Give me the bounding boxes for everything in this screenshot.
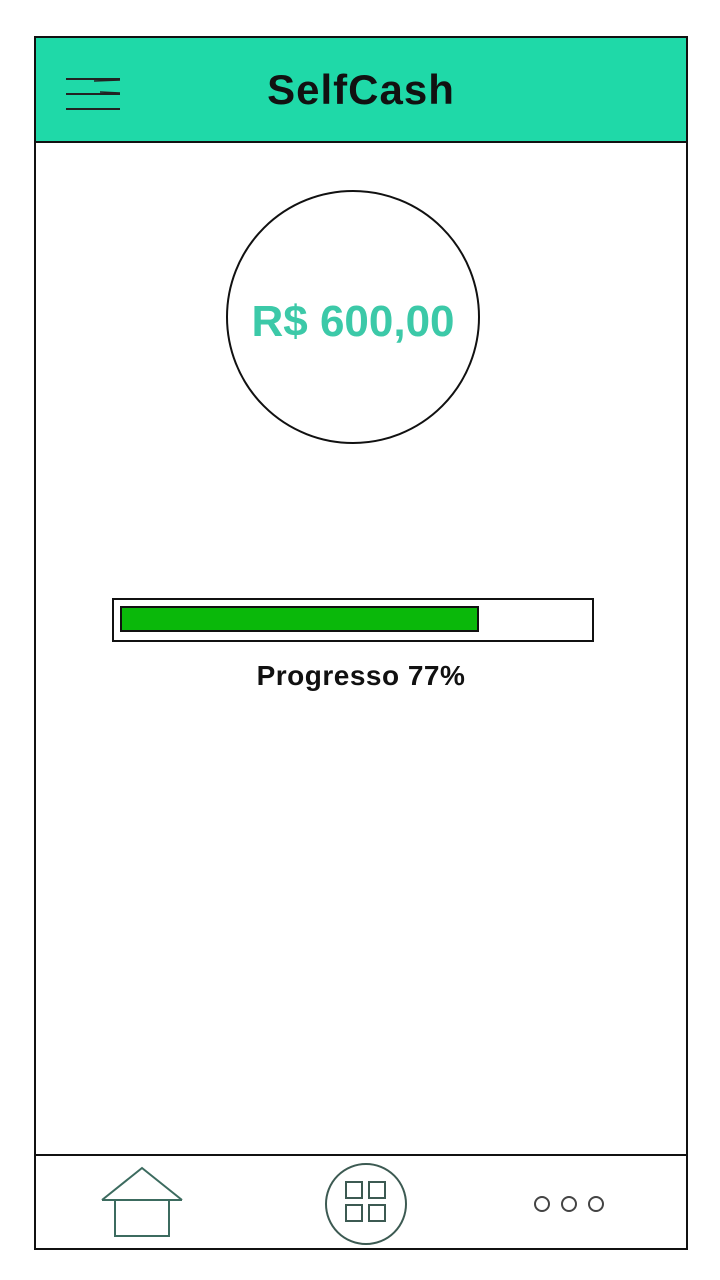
balance-value: R$ 600,00: [251, 297, 455, 346]
progress-label: Progresso 77%: [256, 660, 466, 691]
bottom-navigation: [34, 1154, 688, 1250]
app-frame: SelfCash R$ 600,00 Progresso 77%: [34, 36, 688, 1250]
app-header: SelfCash: [36, 38, 686, 143]
grid-icon[interactable]: [324, 1162, 408, 1246]
progress-bar-fill: [120, 606, 479, 632]
home-icon[interactable]: [100, 1166, 184, 1238]
app-title: SelfCash: [267, 66, 455, 113]
balance-circle: R$ 600,00: [226, 190, 480, 444]
more-icon[interactable]: [532, 1192, 608, 1216]
progress-bar: [112, 598, 594, 642]
